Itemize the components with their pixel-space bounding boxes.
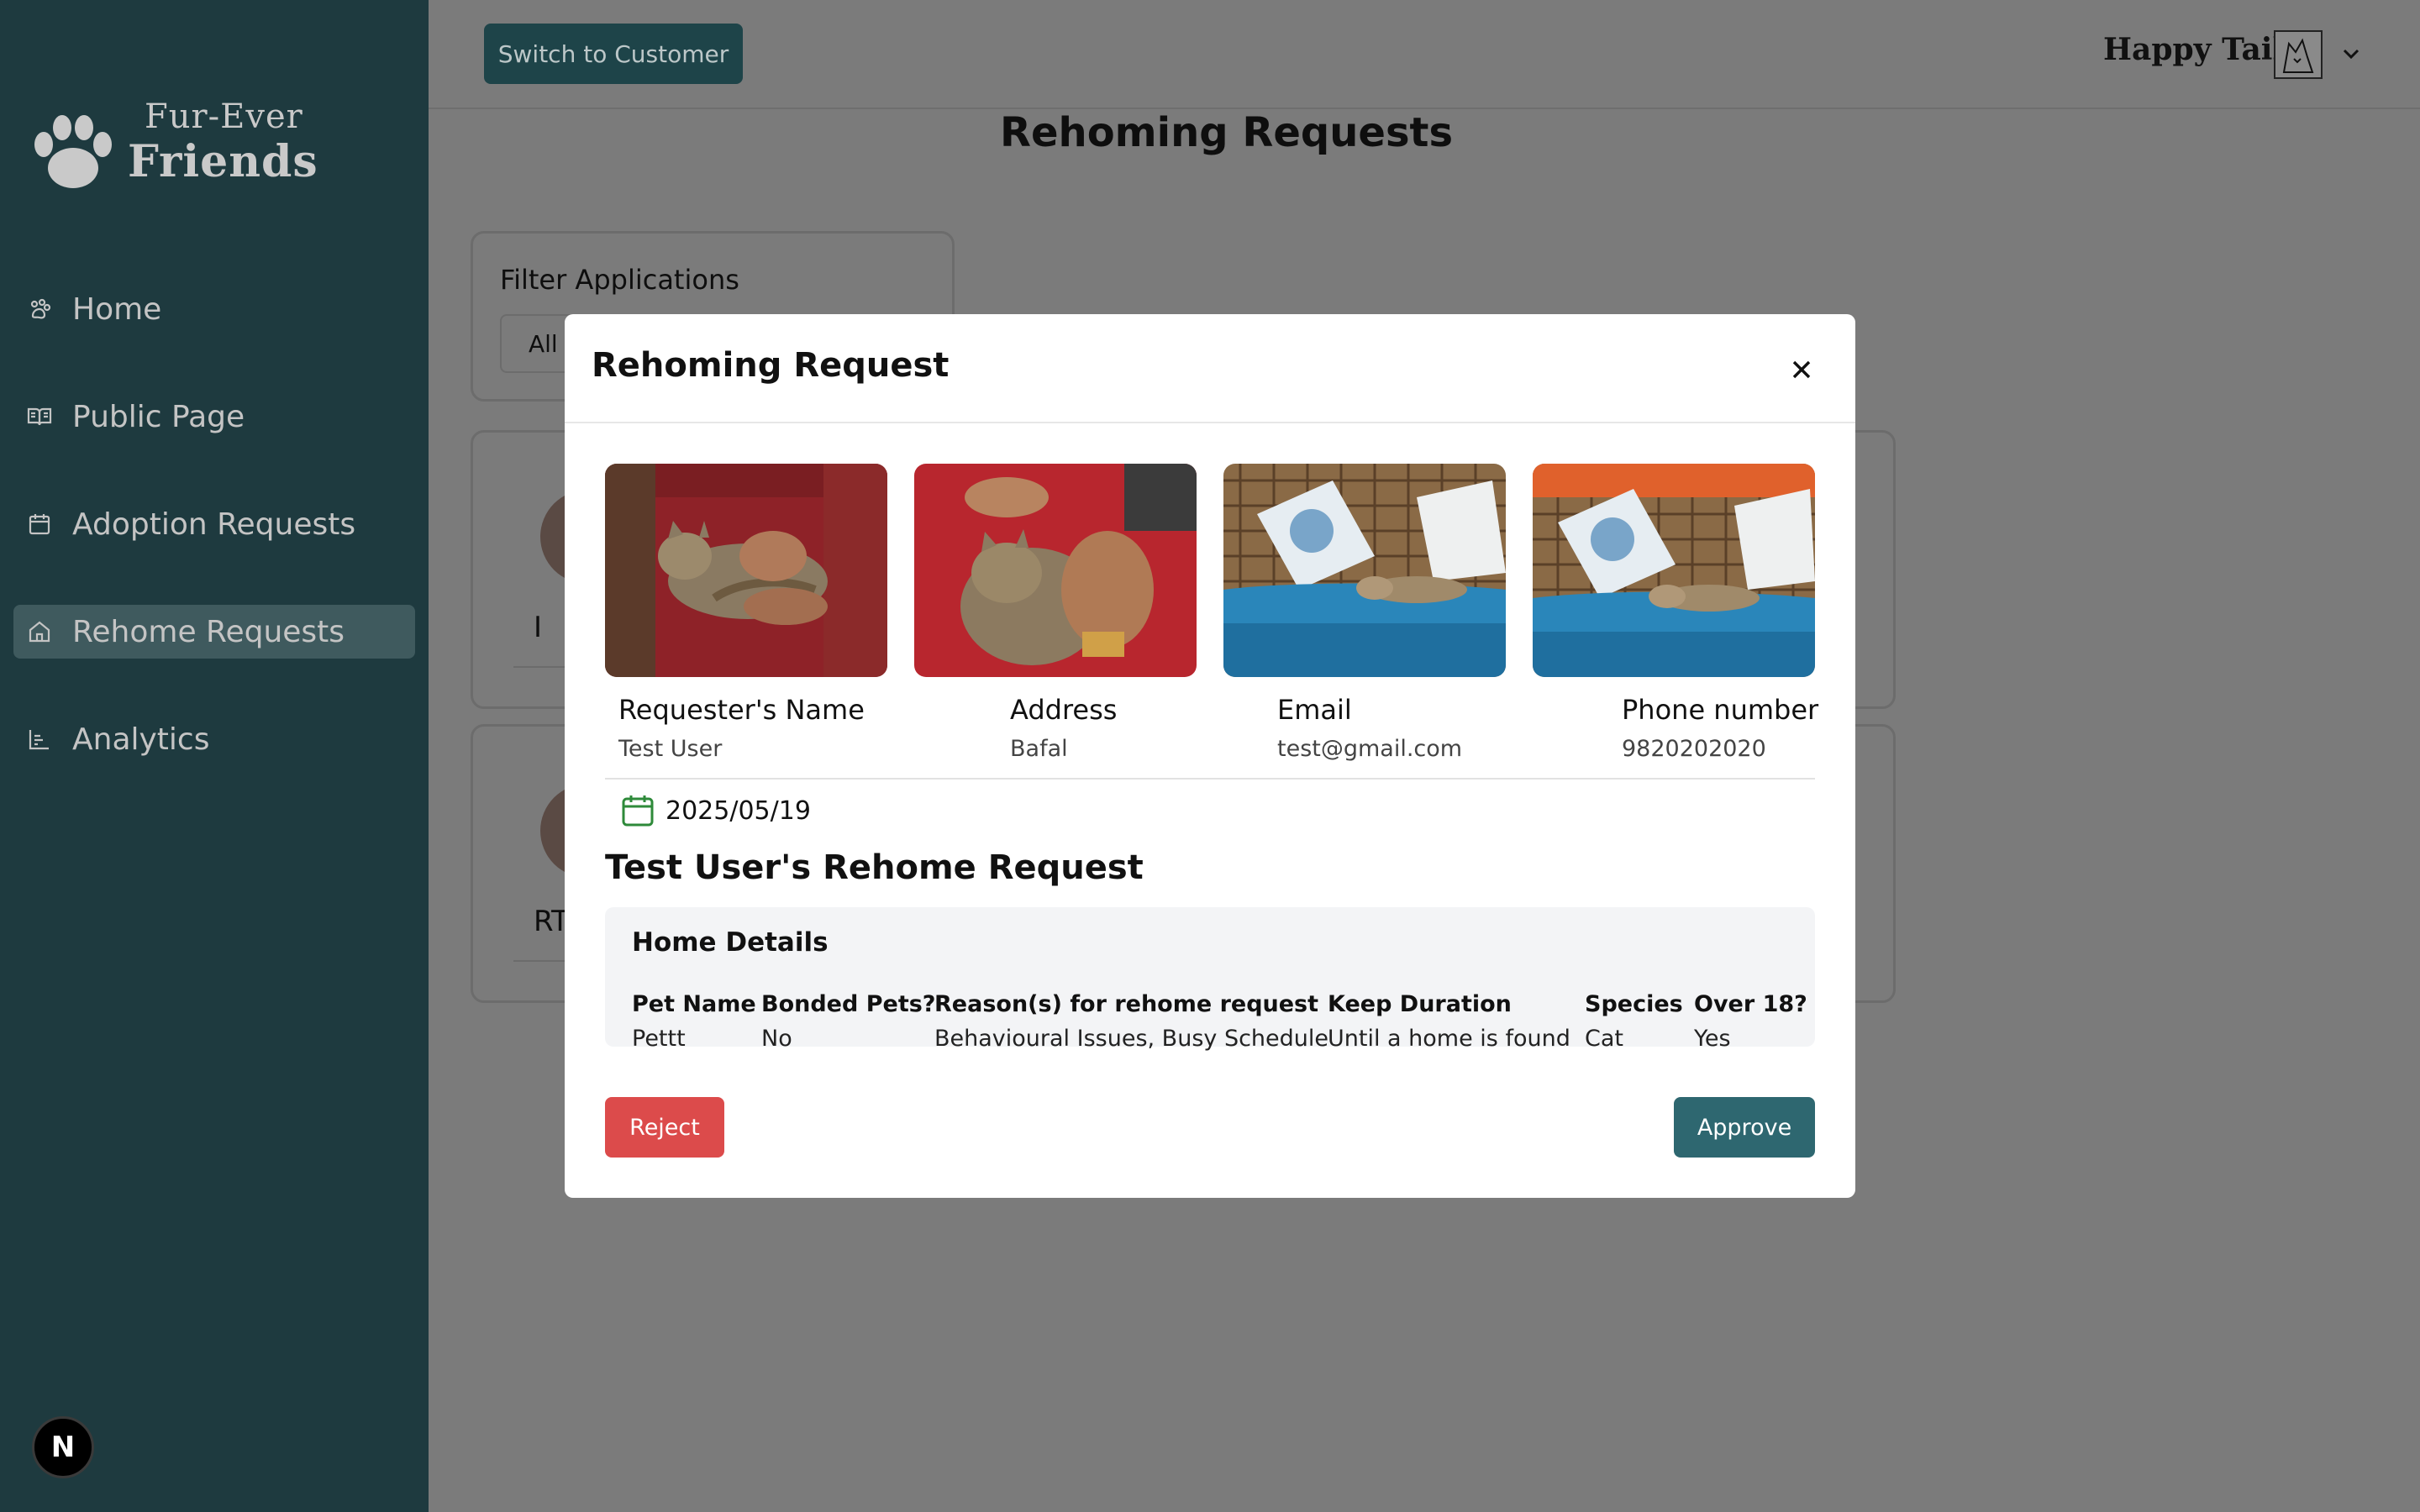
requester-name-field: Requester's Name Test User [618, 694, 865, 762]
sidebar-item-label: Rehome Requests [72, 614, 345, 649]
requester-name-label: Requester's Name [618, 694, 865, 726]
calendar-icon [27, 512, 52, 537]
detail-label: Species [1585, 991, 1683, 1017]
address-label: Address [1010, 694, 1118, 726]
email-label: Email [1277, 694, 1352, 726]
logo-text-top: Fur-Ever [145, 97, 303, 136]
org-name[interactable]: Happy Tails [2103, 32, 2301, 67]
phone-field: Phone number 9820202020 [1622, 694, 1818, 762]
detail-value: Pettt [632, 1026, 686, 1052]
sidebar-item-public-page[interactable]: Public Page [13, 390, 415, 444]
house-icon [27, 619, 52, 644]
detail-keep-duration: Keep Duration Until a home is found [1328, 991, 1570, 1052]
chevron-down-icon[interactable] [2339, 42, 2363, 66]
modal-title: Rehoming Request [592, 346, 950, 385]
sidebar-item-label: Analytics [72, 722, 210, 757]
close-icon [1792, 360, 1811, 379]
sidebar-item-label: Home [72, 291, 162, 327]
request-card-name: RT [534, 905, 569, 938]
home-details-title: Home Details [632, 927, 829, 958]
detail-label: Bonded Pets? [761, 991, 936, 1017]
pet-photo[interactable] [1223, 464, 1506, 677]
logo-text-bottom: Friends [128, 136, 318, 187]
divider [605, 778, 1815, 780]
requester-name-value: Test User [618, 736, 723, 762]
detail-value: Cat [1585, 1026, 1623, 1052]
request-title: Test User's Rehome Request [605, 848, 1144, 887]
calendar-icon [622, 795, 654, 827]
sidebar-nav: Home Public Page Adoption Requests Rehom… [13, 282, 415, 820]
org-avatar[interactable] [2274, 30, 2323, 79]
rehoming-request-modal: Rehoming Request Requester's Name Test U… [565, 314, 1855, 1198]
logo[interactable]: Fur-Ever Friends [27, 94, 329, 203]
sidebar-item-home[interactable]: Home [13, 282, 415, 336]
book-open-icon [27, 404, 52, 429]
detail-value: Until a home is found [1328, 1026, 1570, 1052]
dev-tools-badge[interactable]: N [32, 1416, 94, 1478]
request-card-name: I [534, 611, 543, 644]
request-date-text: 2025/05/19 [666, 795, 811, 826]
detail-bonded-pets: Bonded Pets? No [761, 991, 935, 1052]
phone-label: Phone number [1622, 694, 1819, 726]
detail-value: No [761, 1026, 792, 1052]
address-value: Bafal [1010, 736, 1068, 762]
address-field: Address Bafal [1010, 694, 1117, 762]
pet-photo[interactable] [914, 464, 1197, 677]
detail-species: Species Cat [1585, 991, 1683, 1052]
page-title: Rehoming Requests [1000, 109, 1454, 156]
phone-value: 9820202020 [1622, 736, 1766, 762]
detail-reasons: Reason(s) for rehome request Behavioural… [934, 991, 1328, 1052]
pet-photo[interactable] [605, 464, 887, 677]
email-field: Email test@gmail.com [1277, 694, 1462, 762]
detail-value: Yes [1694, 1026, 1731, 1052]
filter-label: Filter Applications [500, 264, 739, 296]
reject-button[interactable]: Reject [605, 1097, 724, 1158]
sidebar-item-adoption-requests[interactable]: Adoption Requests [13, 497, 415, 551]
request-date: 2025/05/19 [620, 793, 811, 828]
detail-label: Over 18? [1694, 991, 1807, 1017]
email-value: test@gmail.com [1277, 736, 1463, 762]
detail-label: Pet Name [632, 991, 756, 1017]
paw-icon [27, 297, 52, 322]
detail-value: Behavioural Issues, Busy Schedule [934, 1026, 1329, 1052]
detail-label: Reason(s) for rehome request [934, 991, 1319, 1017]
close-button[interactable] [1785, 353, 1818, 386]
sidebar-item-label: Adoption Requests [72, 507, 356, 542]
paw-logo-icon [34, 115, 112, 188]
pet-photo-gallery [605, 464, 1815, 677]
bar-chart-icon [27, 727, 52, 752]
sidebar: Fur-Ever Friends Home Public Page Adopti… [0, 0, 429, 1512]
approve-button[interactable]: Approve [1674, 1097, 1815, 1158]
sidebar-item-analytics[interactable]: Analytics [13, 712, 415, 766]
modal-header: Rehoming Request [565, 314, 1855, 423]
detail-pet-name: Pet Name Pettt [632, 991, 756, 1052]
detail-over-18: Over 18? Yes [1694, 991, 1807, 1052]
switch-to-customer-button[interactable]: Switch to Customer [484, 24, 743, 84]
cat-drawing-icon [2282, 38, 2314, 73]
home-details-box: Home Details Pet Name Pettt Bonded Pets?… [605, 907, 1815, 1052]
sidebar-item-rehome-requests[interactable]: Rehome Requests [13, 605, 415, 659]
detail-label: Keep Duration [1328, 991, 1512, 1017]
pet-photo[interactable] [1533, 464, 1815, 677]
sidebar-item-label: Public Page [72, 399, 245, 434]
